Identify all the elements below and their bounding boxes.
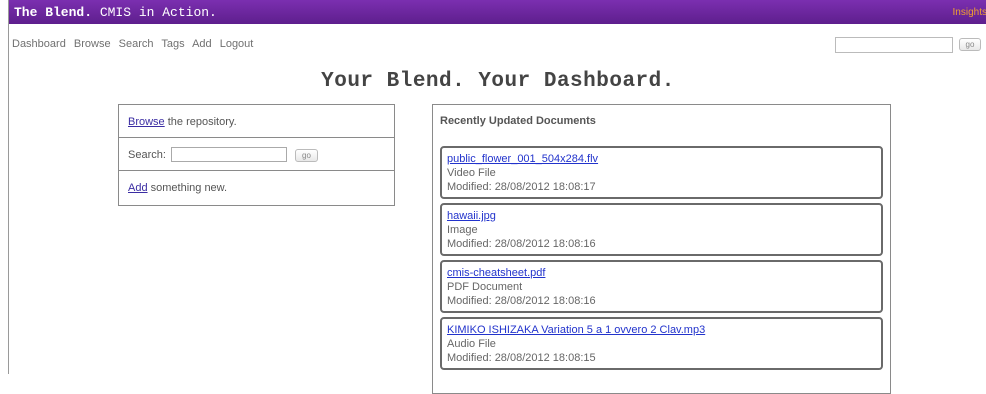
page-title: Your Blend. Your Dashboard. <box>321 70 675 93</box>
document-modified: Modified: 28/08/2012 18:08:16 <box>447 238 596 250</box>
brand-tagline: CMIS in Action. <box>99 5 217 20</box>
main-nav: Dashboard Browse Search Tags Add Logout <box>12 38 258 50</box>
recent-documents-panel: Recently Updated Documents public_flower… <box>432 104 891 394</box>
document-card: cmis-cheatsheet.pdf PDF Document Modifie… <box>440 260 883 313</box>
add-link[interactable]: Add <box>128 182 148 194</box>
document-type: Video File <box>447 167 496 179</box>
search-input[interactable] <box>171 147 287 162</box>
browse-link[interactable]: Browse <box>128 116 165 128</box>
nav-dashboard[interactable]: Dashboard <box>12 38 66 50</box>
document-modified: Modified: 28/08/2012 18:08:15 <box>447 352 596 364</box>
document-card: hawaii.jpg Image Modified: 28/08/2012 18… <box>440 203 883 256</box>
quick-actions-panel: Browse the repository. Search: go Add so… <box>118 104 395 206</box>
document-link[interactable]: KIMIKO ISHIZAKA Variation 5 a 1 ovvero 2… <box>447 323 881 337</box>
browse-text: the repository. <box>164 116 237 128</box>
document-card: KIMIKO ISHIZAKA Variation 5 a 1 ovvero 2… <box>440 317 883 370</box>
search-label: Search: <box>128 149 166 161</box>
recent-documents-title: Recently Updated Documents <box>440 115 596 127</box>
document-link[interactable]: cmis-cheatsheet.pdf <box>447 266 881 280</box>
nav-add[interactable]: Add <box>192 38 212 50</box>
nav-logout[interactable]: Logout <box>220 38 254 50</box>
document-modified: Modified: 28/08/2012 18:08:16 <box>447 295 596 307</box>
document-type: Image <box>447 224 478 236</box>
document-card: public_flower_001_504x284.flv Video File… <box>440 146 883 199</box>
search-go-button[interactable]: go <box>295 149 318 162</box>
search-row: Search: go <box>119 138 394 171</box>
add-text: something new. <box>147 182 228 194</box>
document-link[interactable]: public_flower_001_504x284.flv <box>447 152 881 166</box>
header-bar: The Blend. CMIS in Action. Insights <box>9 0 986 24</box>
header-search-input[interactable] <box>835 37 953 53</box>
app-frame: The Blend. CMIS in Action. Insights Dash… <box>8 0 986 394</box>
document-type: Audio File <box>447 338 496 350</box>
document-link[interactable]: hawaii.jpg <box>447 209 881 223</box>
browse-row: Browse the repository. <box>119 105 394 138</box>
nav-tags[interactable]: Tags <box>161 38 184 50</box>
brand-name: The Blend. <box>14 5 93 20</box>
document-modified: Modified: 28/08/2012 18:08:17 <box>447 181 596 193</box>
add-row: Add something new. <box>119 171 394 204</box>
header-go-button[interactable]: go <box>959 38 981 51</box>
nav-browse[interactable]: Browse <box>74 38 111 50</box>
brand[interactable]: The Blend. CMIS in Action. <box>14 5 217 20</box>
document-type: PDF Document <box>447 281 523 293</box>
nav-search[interactable]: Search <box>119 38 154 50</box>
insights-link[interactable]: Insights <box>953 7 986 18</box>
